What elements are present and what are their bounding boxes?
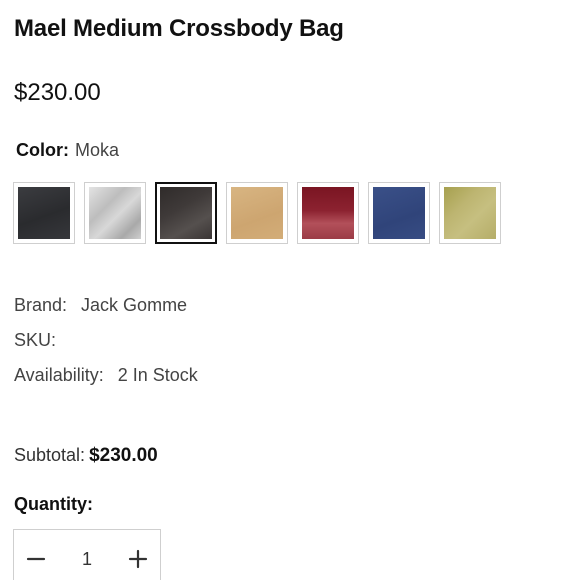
swatch-black-fill <box>18 187 70 239</box>
subtotal-label: Subtotal: <box>14 445 86 465</box>
availability-value: 2 In Stock <box>117 365 198 385</box>
decrement-button[interactable] <box>22 545 50 573</box>
color-swatch-black[interactable] <box>13 182 75 244</box>
selected-color-name: Moka <box>75 140 120 160</box>
color-selection: Color: Moka <box>16 140 119 161</box>
swatch-light-grey-fill <box>89 187 141 239</box>
increment-button[interactable] <box>124 545 152 573</box>
swatch-burgundy-fill <box>302 187 354 239</box>
color-swatch-light-grey[interactable] <box>84 182 146 244</box>
color-swatch-list <box>13 182 501 244</box>
swatch-tan-fill <box>231 187 283 239</box>
color-swatch-olive[interactable] <box>439 182 501 244</box>
availability-label: Availability: <box>14 365 104 385</box>
availability-row: Availability: 2 In Stock <box>14 365 198 386</box>
minus-icon <box>26 557 46 561</box>
swatch-olive-fill <box>444 187 496 239</box>
subtotal-amount: $230.00 <box>89 445 158 466</box>
subtotal-row: Subtotal: $230.00 <box>14 445 158 467</box>
quantity-label: Quantity: <box>14 494 93 514</box>
product-price: $230.00 <box>14 79 101 106</box>
brand-label: Brand: <box>14 295 68 315</box>
product-title: Mael Medium Crossbody Bag <box>14 15 344 42</box>
swatch-moka-fill <box>160 187 212 239</box>
plus-icon <box>128 549 148 569</box>
quantity-stepper: 1 <box>13 529 161 580</box>
brand-value: Jack Gomme <box>81 295 188 315</box>
sku-label: SKU: <box>14 330 57 350</box>
swatch-navy-fill <box>373 187 425 239</box>
color-swatch-tan[interactable] <box>226 182 288 244</box>
color-swatch-moka[interactable] <box>155 182 217 244</box>
sku-row: SKU: <box>14 330 70 351</box>
quantity-input[interactable]: 1 <box>82 549 92 570</box>
color-swatch-navy[interactable] <box>368 182 430 244</box>
brand-row: Brand: Jack Gomme <box>14 295 187 316</box>
color-label: Color: <box>16 140 69 160</box>
color-swatch-burgundy[interactable] <box>297 182 359 244</box>
